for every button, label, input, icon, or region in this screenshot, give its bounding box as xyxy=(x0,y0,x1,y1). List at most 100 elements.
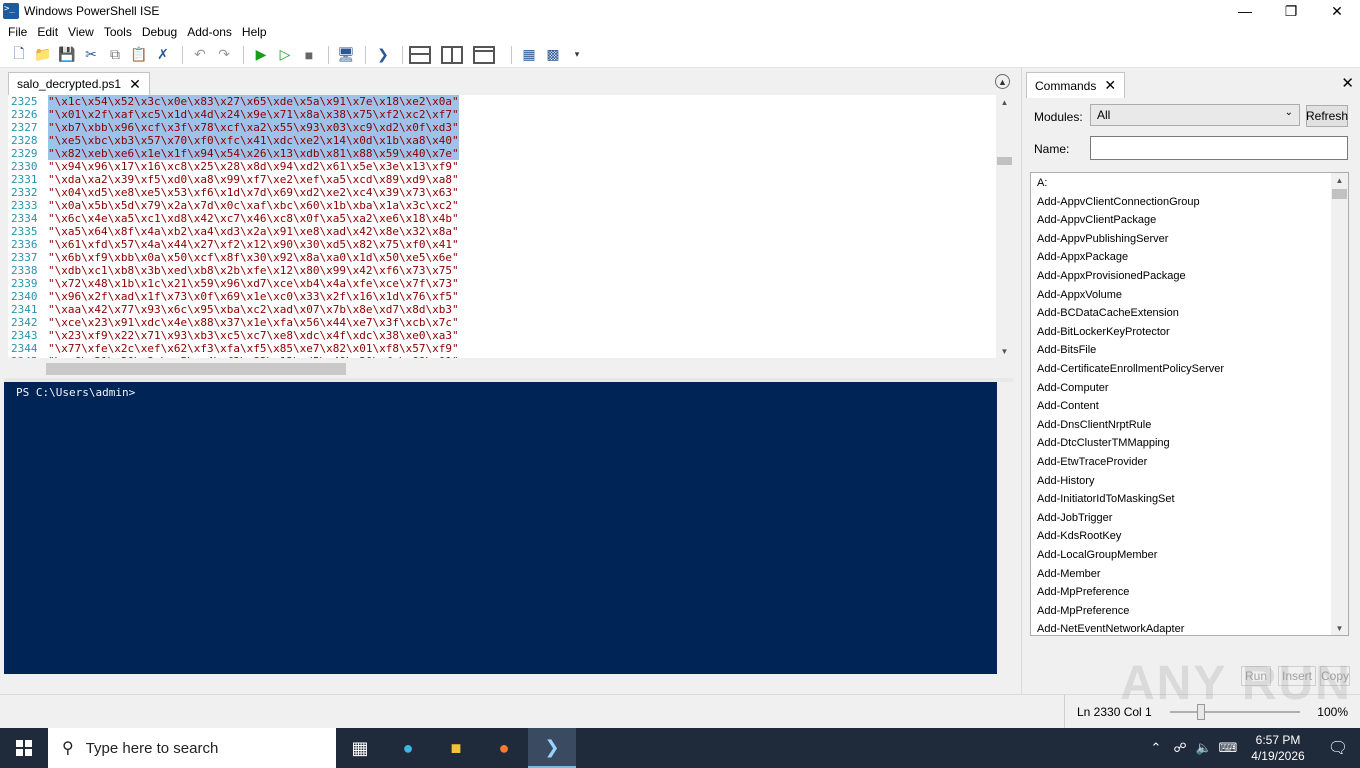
code-line[interactable]: 2332 "\x04\xd5\xe8\xe5\x53\xf6\x1d\x7d\x6… xyxy=(8,186,996,199)
command-list-item[interactable]: Add-NetEventNetworkAdapter xyxy=(1037,620,1184,635)
scroll-up-icon[interactable]: ▲ xyxy=(996,95,1013,109)
command-list-item[interactable]: Add-AppxProvisionedPackage xyxy=(1037,267,1186,285)
command-list-item[interactable]: Add-AppvPublishingServer xyxy=(1037,230,1168,248)
command-list-item[interactable]: Add-EtwTraceProvider xyxy=(1037,453,1147,471)
tab-commands[interactable]: Commands ✕ xyxy=(1026,72,1126,98)
chevron-up-icon[interactable]: ⌃ xyxy=(1144,740,1168,756)
menu-file[interactable]: File xyxy=(3,25,32,39)
code-line[interactable]: 2333 "\x0a\x5b\x5d\x79\x2a\x7d\x0c\xaf\xb… xyxy=(8,199,996,212)
start-powershell-icon[interactable]: ❯ xyxy=(372,44,394,66)
minimize-button[interactable]: — xyxy=(1222,0,1268,22)
code-line[interactable]: 2339 "\x72\x48\x1b\x1c\x21\x59\x96\xd7\xc… xyxy=(8,277,996,290)
layout-script-maximized-icon[interactable] xyxy=(473,45,495,64)
volume-icon[interactable]: 🔈 xyxy=(1192,740,1216,756)
copy-icon[interactable]: ⧉ xyxy=(104,44,126,66)
command-list-item[interactable]: Add-Member xyxy=(1037,565,1101,583)
powershell-ise-taskbar-icon[interactable]: ❯ xyxy=(528,728,576,768)
code-line[interactable]: 2345"\xc6\x21\x20\x3e\xa5\xe4\xf2\x82\x1… xyxy=(8,355,996,358)
code-line[interactable]: 2329 "\x82\xeb\xe6\x1e\x1f\x94\x54\x26\x1… xyxy=(8,147,996,160)
scroll-thumb[interactable] xyxy=(1332,189,1347,199)
redo-icon[interactable]: ↷ xyxy=(213,44,235,66)
menu-view[interactable]: View xyxy=(63,25,99,39)
command-list-item[interactable]: Add-CertificateEnrollmentPolicyServer xyxy=(1037,360,1224,378)
code-line[interactable]: 2343 "\x23\xf9\x22\x71\x93\xb3\xc5\xc7\xe… xyxy=(8,329,996,342)
menu-debug[interactable]: Debug xyxy=(137,25,182,39)
collapse-script-pane-icon[interactable]: ▲ xyxy=(995,74,1010,89)
code-line[interactable]: 2326 "\x01\x2f\xaf\xc5\x1d\x4d\x24\x9e\x7… xyxy=(8,108,996,121)
clear-console-icon[interactable]: ✗ xyxy=(152,44,174,66)
command-list-item[interactable]: Add-DtcClusterTMMapping xyxy=(1037,434,1170,452)
start-button[interactable] xyxy=(0,728,48,768)
task-view-icon[interactable]: ▦ xyxy=(336,728,384,768)
command-list-item[interactable]: Add-DnsClientNrptRule xyxy=(1037,416,1151,434)
command-list-item[interactable]: Add-InitiatorIdToMaskingSet xyxy=(1037,490,1175,508)
firefox-icon[interactable]: ● xyxy=(480,728,528,768)
code-line[interactable]: 2337 "\x6b\xf9\xbb\x0a\x50\xcf\x8f\x30\x9… xyxy=(8,251,996,264)
tab-script-file[interactable]: salo_decrypted.ps1 ✕ xyxy=(8,72,150,95)
command-list-item[interactable]: Add-MpPreference xyxy=(1037,602,1129,620)
scroll-thumb[interactable] xyxy=(997,157,1012,165)
code-line[interactable]: 2330 "\x94\x96\x17\x16\xc8\x25\x28\x8d\x9… xyxy=(8,160,996,173)
code-line[interactable]: 2327 "\xb7\xbb\x96\xcf\x3f\x78\xcf\xa2\x5… xyxy=(8,121,996,134)
notifications-icon[interactable]: 🗨 xyxy=(1316,738,1360,758)
scroll-down-icon[interactable]: ▼ xyxy=(996,344,1013,358)
code-line[interactable]: 2341 "\xaa\x42\x77\x93\x6c\x95\xba\xc2\xa… xyxy=(8,303,996,316)
code-line[interactable]: 2338 "\xdb\xc1\xb8\x3b\xed\xb8\x2b\xfe\x1… xyxy=(8,264,996,277)
command-list-item[interactable]: Add-History xyxy=(1037,472,1094,490)
menu-edit[interactable]: Edit xyxy=(32,25,63,39)
command-list-item[interactable]: Add-MpPreference xyxy=(1037,583,1129,601)
scroll-up-icon[interactable]: ▲ xyxy=(1331,173,1348,187)
new-file-icon[interactable]: 🗋 xyxy=(8,44,30,66)
toolbar-overflow-icon[interactable]: ▾ xyxy=(566,44,588,66)
code-line[interactable]: 2331 "\xda\xa2\x39\xf5\xd0\xa8\x99\xf7\xe… xyxy=(8,173,996,186)
layout-script-top-icon[interactable] xyxy=(409,45,431,64)
refresh-button[interactable]: Refresh xyxy=(1306,105,1348,127)
console-vertical-scrollbar[interactable] xyxy=(997,382,1013,674)
undo-icon[interactable]: ↶ xyxy=(189,44,211,66)
close-commands-tab-icon[interactable]: ✕ xyxy=(1104,77,1116,94)
maximize-button[interactable]: ❐ xyxy=(1268,0,1314,22)
editor-vertical-scrollbar[interactable]: ▲ ▼ xyxy=(996,95,1013,358)
open-folder-icon[interactable]: 📁 xyxy=(32,44,54,66)
zoom-slider[interactable] xyxy=(1170,711,1300,713)
edge-icon[interactable]: ● xyxy=(384,728,432,768)
code-line[interactable]: 2334 "\x6c\x4e\xa5\xc1\xd8\x42\xc7\x46\xc… xyxy=(8,212,996,225)
show-commands-icon[interactable]: ▦ xyxy=(518,44,540,66)
scroll-thumb[interactable] xyxy=(46,363,346,375)
command-list-item[interactable]: Add-AppxVolume xyxy=(1037,286,1122,304)
code-line[interactable]: 2328 "\xe5\xbc\xb3\x57\x70\xf0\xfc\x41\xd… xyxy=(8,134,996,147)
editor-horizontal-scrollbar[interactable] xyxy=(4,360,1013,378)
menu-addons[interactable]: Add-ons xyxy=(182,25,237,39)
run-selection-icon[interactable]: ▷ xyxy=(274,44,296,66)
show-command-addon-icon[interactable]: ▩ xyxy=(542,44,564,66)
remote-powershell-icon[interactable]: 🖥 xyxy=(335,44,357,66)
code-line[interactable]: 2344 "\x77\xfe\x2c\xef\x62\xf3\xfa\xf5\x8… xyxy=(8,342,996,355)
command-list-item[interactable]: Add-Content xyxy=(1037,397,1099,415)
stop-icon[interactable]: ■ xyxy=(298,44,320,66)
command-list-item[interactable]: Add-AppxPackage xyxy=(1037,248,1128,266)
command-list-item[interactable]: Add-AppvClientConnectionGroup xyxy=(1037,193,1200,211)
command-list-item[interactable]: Add-BitsFile xyxy=(1037,341,1096,359)
command-list-item[interactable]: Add-BCDataCacheExtension xyxy=(1037,304,1179,322)
code-line[interactable]: 2335 "\xa5\x64\x8f\x4a\xb2\xa4\xd3\x2a\x9… xyxy=(8,225,996,238)
save-icon[interactable]: 💾 xyxy=(56,44,78,66)
code-line[interactable]: 2340 "\x96\x2f\xad\x1f\x73\x0f\x69\x1e\xc… xyxy=(8,290,996,303)
file-explorer-icon[interactable]: ■ xyxy=(432,728,480,768)
network-icon[interactable]: ☍ xyxy=(1168,740,1192,756)
cut-icon[interactable]: ✂ xyxy=(80,44,102,66)
code-line[interactable]: 2325 "\x1c\x54\x52\x3c\x0e\x83\x27\x65\xd… xyxy=(8,95,996,108)
menu-tools[interactable]: Tools xyxy=(99,25,137,39)
script-editor[interactable]: 2325 "\x1c\x54\x52\x3c\x0e\x83\x27\x65\xd… xyxy=(8,95,996,358)
console-horizontal-scrollbar[interactable] xyxy=(4,676,1013,691)
name-filter-input[interactable] xyxy=(1090,136,1348,160)
code-line[interactable]: 2342 "\xce\x23\x91\xdc\x4e\x88\x37\x1e\xf… xyxy=(8,316,996,329)
console-pane[interactable]: PS C:\Users\admin> xyxy=(4,382,997,674)
command-list[interactable]: ▲ ▼ A: Add-AppvClientConnectionGroup Add-A… xyxy=(1030,172,1349,636)
command-list-item[interactable]: Add-Computer xyxy=(1037,379,1109,397)
run-script-icon[interactable]: ▶ xyxy=(250,44,272,66)
taskbar-search[interactable]: ⚲ Type here to search xyxy=(48,728,336,768)
menu-help[interactable]: Help xyxy=(237,25,272,39)
command-list-item[interactable]: Add-JobTrigger xyxy=(1037,509,1112,527)
command-list-item[interactable]: Add-AppvClientPackage xyxy=(1037,211,1156,229)
close-pane-icon[interactable]: ✕ xyxy=(1341,74,1354,92)
